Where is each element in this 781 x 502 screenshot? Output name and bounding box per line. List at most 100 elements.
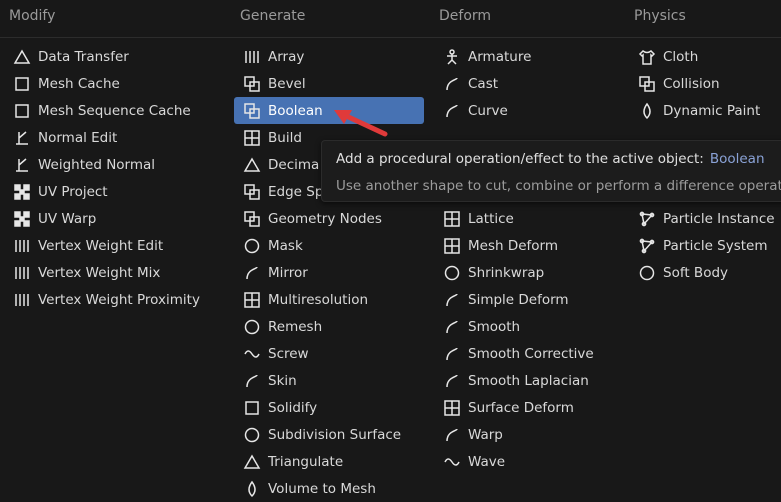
surface-deform-icon xyxy=(442,398,462,418)
menu-item-label: Subdivision Surface xyxy=(268,426,402,443)
menu-item-simple-deform[interactable]: Simple Deform xyxy=(442,286,594,313)
header-modify: Modify xyxy=(9,8,56,24)
menu-item-volume-to-mesh[interactable]: Volume to Mesh xyxy=(242,475,424,502)
menu-item-label: Volume to Mesh xyxy=(268,480,376,497)
menu-item-label: Vertex Weight Mix xyxy=(38,264,161,281)
subdivision-surface-icon xyxy=(242,425,262,445)
smooth-icon xyxy=(442,317,462,337)
vertex-weight-mix-icon xyxy=(12,263,32,283)
deform-column-top: Armature Cast Curve xyxy=(442,43,531,124)
menu-item-label: Particle Instance xyxy=(663,210,775,227)
menu-item-label: Decima xyxy=(268,156,320,173)
menu-item-uv-warp[interactable]: UV Warp xyxy=(12,205,200,232)
menu-item-armature[interactable]: Armature xyxy=(442,43,531,70)
menu-item-mesh-cache[interactable]: Mesh Cache xyxy=(12,70,200,97)
header-generate: Generate xyxy=(240,8,306,24)
menu-item-label: Particle System xyxy=(663,237,768,254)
smooth-laplacian-icon xyxy=(442,371,462,391)
menu-item-solidify[interactable]: Solidify xyxy=(242,394,424,421)
menu-item-label: Mesh Cache xyxy=(38,75,120,92)
menu-item-label: Skin xyxy=(268,372,297,389)
vertex-weight-proximity-icon xyxy=(12,290,32,310)
menu-item-vertex-weight-edit[interactable]: Vertex Weight Edit xyxy=(12,232,200,259)
build-icon xyxy=(242,128,262,148)
normal-edit-icon xyxy=(12,128,32,148)
tooltip-keyword: Boolean xyxy=(709,151,765,167)
particle-system-icon xyxy=(637,236,657,256)
menu-item-label: Vertex Weight Proximity xyxy=(38,291,200,308)
menu-item-surface-deform[interactable]: Surface Deform xyxy=(442,394,594,421)
data-transfer-icon xyxy=(12,47,32,67)
physics-column-top: Cloth Collision Dynamic Paint xyxy=(637,43,760,124)
header-deform: Deform xyxy=(439,8,492,24)
mirror-icon xyxy=(242,263,262,283)
menu-item-label: Mask xyxy=(268,237,303,254)
menu-item-wave[interactable]: Wave xyxy=(442,448,594,475)
menu-item-cast[interactable]: Cast xyxy=(442,70,531,97)
menu-item-dynamic-paint[interactable]: Dynamic Paint xyxy=(637,97,760,124)
menu-item-label: Curve xyxy=(468,102,508,119)
decimate-icon xyxy=(242,155,262,175)
menu-item-shrinkwrap[interactable]: Shrinkwrap xyxy=(442,259,594,286)
collision-icon xyxy=(637,74,657,94)
menu-item-mirror[interactable]: Mirror xyxy=(242,259,424,286)
menu-item-label: Data Transfer xyxy=(38,48,129,65)
menu-item-label: Dynamic Paint xyxy=(663,102,761,119)
menu-item-label: Edge Sp xyxy=(268,183,324,200)
menu-item-particle-instance[interactable]: Particle Instance xyxy=(637,205,775,232)
triangulate-icon xyxy=(242,452,262,472)
header-divider xyxy=(0,37,781,38)
solidify-icon xyxy=(242,398,262,418)
menu-item-skin[interactable]: Skin xyxy=(242,367,424,394)
menu-item-bevel[interactable]: Bevel xyxy=(242,70,424,97)
menu-item-geometry-nodes[interactable]: Geometry Nodes xyxy=(242,205,424,232)
curve-icon xyxy=(442,101,462,121)
menu-item-screw[interactable]: Screw xyxy=(242,340,424,367)
menu-item-label: Mirror xyxy=(268,264,308,281)
menu-item-vertex-weight-proximity[interactable]: Vertex Weight Proximity xyxy=(12,286,200,313)
menu-item-array[interactable]: Array xyxy=(242,43,424,70)
tooltip-detail: Use another shape to cut, combine or per… xyxy=(336,178,781,194)
menu-item-smooth[interactable]: Smooth xyxy=(442,313,594,340)
mesh-deform-icon xyxy=(442,236,462,256)
menu-item-soft-body[interactable]: Soft Body xyxy=(637,259,775,286)
menu-item-label: Solidify xyxy=(268,399,318,416)
menu-item-uv-project[interactable]: UV Project xyxy=(12,178,200,205)
menu-item-particle-system[interactable]: Particle System xyxy=(637,232,775,259)
menu-item-weighted-normal[interactable]: Weighted Normal xyxy=(12,151,200,178)
physics-column-bottom: Particle Instance Particle System Soft Bod… xyxy=(637,205,775,286)
menu-item-label: Weighted Normal xyxy=(38,156,156,173)
mask-icon xyxy=(242,236,262,256)
menu-item-collision[interactable]: Collision xyxy=(637,70,760,97)
menu-item-warp[interactable]: Warp xyxy=(442,421,594,448)
menu-item-data-transfer[interactable]: Data Transfer xyxy=(12,43,200,70)
menu-item-multiresolution[interactable]: Multiresolution xyxy=(242,286,424,313)
menu-item-subdivision-surface[interactable]: Subdivision Surface xyxy=(242,421,424,448)
remesh-icon xyxy=(242,317,262,337)
menu-item-cloth[interactable]: Cloth xyxy=(637,43,760,70)
menu-item-remesh[interactable]: Remesh xyxy=(242,313,424,340)
armature-icon xyxy=(442,47,462,67)
dynamic-paint-icon xyxy=(637,101,657,121)
menu-item-label: Smooth xyxy=(468,318,521,335)
particle-instance-icon xyxy=(637,209,657,229)
smooth-corrective-icon xyxy=(442,344,462,364)
tooltip: Add a procedural operation/effect to the… xyxy=(321,140,781,202)
menu-item-mesh-deform[interactable]: Mesh Deform xyxy=(442,232,594,259)
menu-item-vertex-weight-mix[interactable]: Vertex Weight Mix xyxy=(12,259,200,286)
menu-item-smooth-corrective[interactable]: Smooth Corrective xyxy=(442,340,594,367)
menu-item-label: Triangulate xyxy=(268,453,344,470)
menu-item-triangulate[interactable]: Triangulate xyxy=(242,448,424,475)
menu-item-curve[interactable]: Curve xyxy=(442,97,531,124)
menu-item-label: Screw xyxy=(268,345,309,362)
menu-item-label: Warp xyxy=(468,426,503,443)
menu-item-mask[interactable]: Mask xyxy=(242,232,424,259)
modify-column: Data Transfer Mesh Cache Mesh Sequence Cac… xyxy=(12,43,200,313)
menu-item-normal-edit[interactable]: Normal Edit xyxy=(12,124,200,151)
menu-item-boolean[interactable]: Boolean xyxy=(234,97,424,124)
menu-item-smooth-laplacian[interactable]: Smooth Laplacian xyxy=(442,367,594,394)
menu-item-label: Multiresolution xyxy=(268,291,369,308)
menu-item-mesh-sequence-cache[interactable]: Mesh Sequence Cache xyxy=(12,97,200,124)
menu-item-lattice[interactable]: Lattice xyxy=(442,205,594,232)
cast-icon xyxy=(442,74,462,94)
